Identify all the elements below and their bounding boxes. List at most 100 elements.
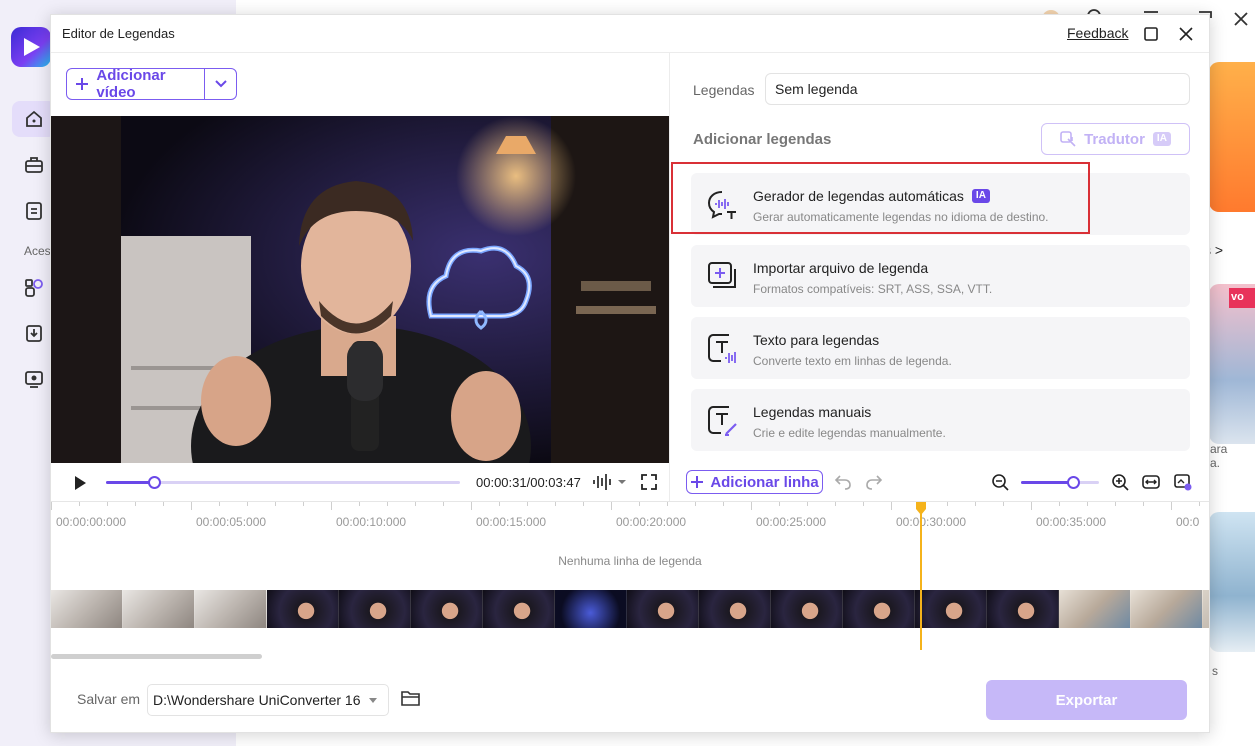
import-subtitle-file-option[interactable]: Importar arquivo de legenda Formatos com… xyxy=(691,245,1190,307)
filmstrip-frame xyxy=(699,590,771,628)
timeline-tick xyxy=(807,502,808,506)
speech-subtitle-icon xyxy=(707,191,736,219)
progress-handle[interactable] xyxy=(147,476,161,489)
timeline-tick xyxy=(1115,502,1116,506)
ia-badge: IA xyxy=(971,189,990,203)
feedback-link[interactable]: Feedback xyxy=(1067,25,1128,41)
playhead[interactable] xyxy=(920,509,922,650)
redo-icon[interactable] xyxy=(865,473,883,491)
option-title: Gerador de legendas automáticas xyxy=(753,188,964,204)
timeline-tick xyxy=(611,502,612,510)
timeline-tick xyxy=(555,502,556,506)
play-icon[interactable] xyxy=(73,475,87,491)
auto-subtitle-generator-option[interactable]: Gerador de legendas automáticas IA Gerar… xyxy=(691,173,1190,235)
close-button[interactable] xyxy=(1175,23,1197,45)
timeline-tick xyxy=(135,502,136,506)
video-preview[interactable] xyxy=(51,116,669,463)
add-line-button[interactable]: Adicionar linha xyxy=(686,470,823,494)
caret-down-icon xyxy=(369,698,377,703)
timeline-tick xyxy=(1143,502,1144,506)
filmstrip-frame xyxy=(1203,590,1209,628)
save-to-label: Salvar em xyxy=(77,691,141,707)
timeline-tick xyxy=(79,502,80,506)
zoom-out-icon[interactable] xyxy=(991,473,1009,491)
timeline-tick xyxy=(1059,502,1060,506)
timeline-ruler[interactable]: 00:00:00:000 00:00:05:000 00:00:10:000 00:0… xyxy=(51,502,1209,532)
manual-subtitles-option[interactable]: Legendas manuais Crie e edite legendas m… xyxy=(691,389,1190,451)
filmstrip-frame xyxy=(627,590,699,628)
app-logo xyxy=(11,27,51,67)
option-title: Legendas manuais xyxy=(753,404,872,420)
timeline-tick-label: 00:00:25:000 xyxy=(756,515,827,529)
video-filmstrip[interactable] xyxy=(51,590,1209,628)
promo-card-2: vo xyxy=(1209,284,1255,444)
zoom-handle[interactable] xyxy=(1067,476,1081,489)
timeline-tick xyxy=(219,502,220,506)
zoom-fill xyxy=(1021,481,1074,484)
promo-card-3 xyxy=(1209,512,1255,652)
filmstrip-frame xyxy=(483,590,555,628)
bg-close-icon xyxy=(1234,12,1248,26)
filmstrip-frame xyxy=(339,590,411,628)
timeline-tick xyxy=(779,502,780,506)
zoom-in-icon[interactable] xyxy=(1111,473,1129,491)
subtitles-label: Legendas xyxy=(693,82,755,98)
filmstrip-frame xyxy=(555,590,627,628)
text-to-subtitles-option[interactable]: Texto para legendas Converte texto em li… xyxy=(691,317,1190,379)
dialog-title: Editor de Legendas xyxy=(62,26,175,41)
video-frame xyxy=(51,116,669,463)
timeline-tick xyxy=(723,502,724,506)
playhead-handle[interactable] xyxy=(915,502,927,516)
timeline-tick xyxy=(695,502,696,506)
zoom-slider[interactable] xyxy=(1021,476,1099,489)
translator-button[interactable]: Tradutor IA xyxy=(1041,123,1190,155)
plus-icon xyxy=(691,476,704,488)
subtitle-editor-dialog: Editor de Legendas Feedback Adicionar ví… xyxy=(50,14,1210,733)
add-video-label: Adicionar vídeo xyxy=(96,67,166,101)
promo-badge: vo xyxy=(1229,288,1255,308)
undo-icon[interactable] xyxy=(834,473,852,491)
timeline-tick xyxy=(471,502,472,510)
filmstrip-frame xyxy=(195,590,267,628)
close-icon xyxy=(1179,27,1193,41)
timeline-tick xyxy=(975,502,976,506)
maximize-button[interactable] xyxy=(1140,23,1162,45)
audio-waveform-icon[interactable] xyxy=(592,473,634,491)
translate-icon xyxy=(1060,131,1076,147)
filmstrip-frame xyxy=(123,590,195,628)
timeline-tick xyxy=(583,502,584,506)
export-button[interactable]: Exportar xyxy=(986,680,1187,720)
subtitle-style-icon[interactable] xyxy=(1174,473,1192,491)
subtitle-toolbar: Adicionar linha xyxy=(671,463,1209,501)
add-video-button[interactable]: Adicionar vídeo xyxy=(66,67,237,101)
playback-progress[interactable] xyxy=(106,476,460,489)
output-path-select[interactable]: D:\Wondershare UniConverter 16 xyxy=(147,684,389,716)
subtitles-select[interactable]: Sem legenda xyxy=(765,73,1190,105)
filmstrip-frame xyxy=(771,590,843,628)
folder-icon[interactable] xyxy=(401,689,421,707)
text-to-subtitle-icon xyxy=(708,334,736,363)
filmstrip-frame xyxy=(987,590,1059,628)
bg-text-1: ara xyxy=(1210,442,1228,456)
timeline-tick xyxy=(863,502,864,506)
add-video-dropdown[interactable] xyxy=(205,69,236,99)
timeline-tick xyxy=(1003,502,1004,506)
filmstrip-frame xyxy=(915,590,987,628)
chevron-down-icon xyxy=(214,80,227,88)
bg-text-3: s xyxy=(1212,664,1218,678)
ia-badge: IA xyxy=(1152,132,1171,146)
fit-timeline-icon[interactable] xyxy=(1142,473,1160,491)
timeline-tick xyxy=(387,502,388,506)
timeline-tick xyxy=(331,502,332,510)
timeline-tick xyxy=(163,502,164,506)
import-file-icon xyxy=(708,262,736,288)
timeline-tick-label: 00:0 xyxy=(1176,515,1200,529)
filmstrip-frame xyxy=(1131,590,1203,628)
fullscreen-icon[interactable] xyxy=(641,474,657,490)
timeline-tick xyxy=(443,502,444,506)
timeline-tick xyxy=(891,502,892,510)
timeline-scrollbar[interactable] xyxy=(51,654,262,659)
timecode: 00:00:31/00:03:47 xyxy=(476,475,581,490)
empty-timeline-text: Nenhuma linha de legenda xyxy=(558,554,702,568)
timeline-tick xyxy=(275,502,276,506)
